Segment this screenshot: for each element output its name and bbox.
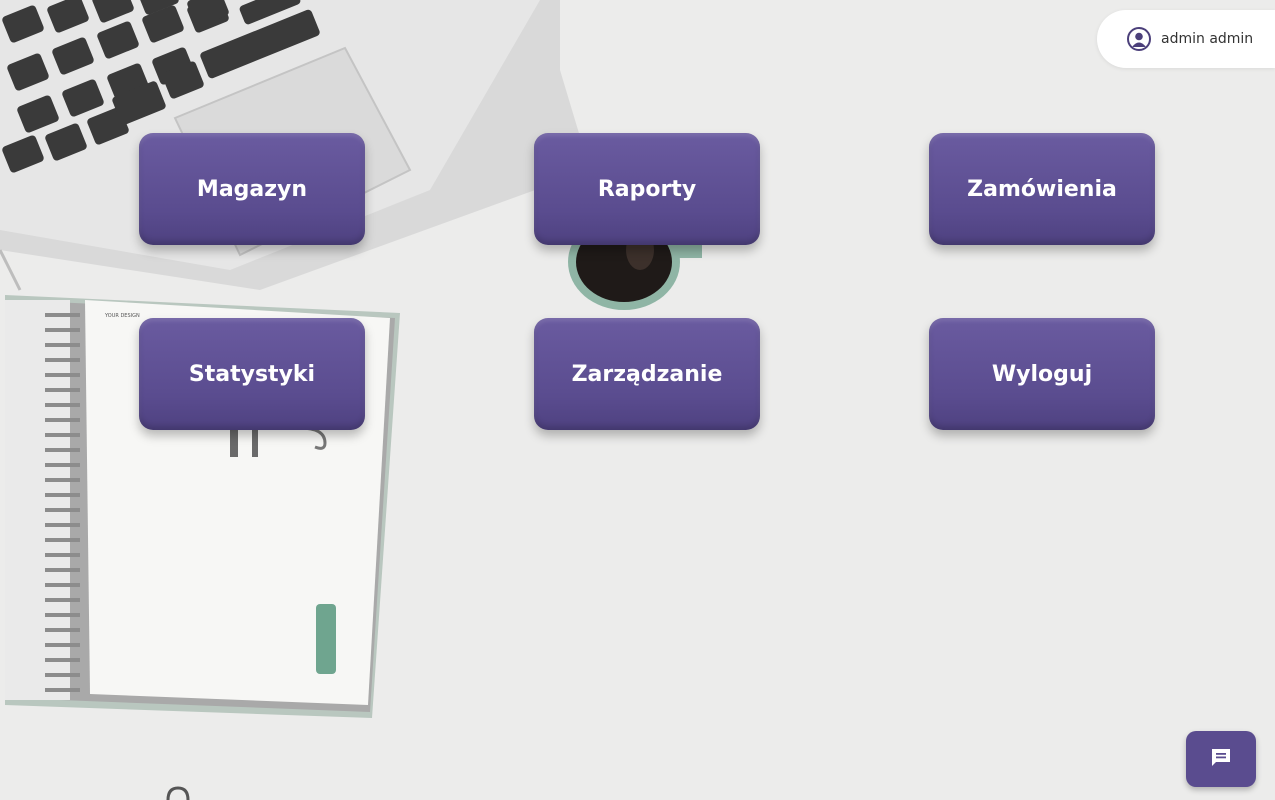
user-badge[interactable]: admin admin [1097, 10, 1275, 68]
zarzadzanie-button[interactable]: Zarządzanie [534, 318, 760, 430]
svg-text:YOUR DESIGN: YOUR DESIGN [104, 313, 140, 319]
wyloguj-button[interactable]: Wyloguj [929, 318, 1155, 430]
user-name: admin admin [1161, 31, 1254, 47]
chat-button[interactable] [1186, 731, 1256, 787]
raporty-button[interactable]: Raporty [534, 133, 760, 245]
user-circle-icon [1127, 27, 1151, 51]
chat-message-icon [1210, 746, 1232, 773]
statystyki-button[interactable]: Statystyki [139, 318, 365, 430]
paperclip-illustration [166, 786, 190, 800]
magazyn-button[interactable]: Magazyn [139, 133, 365, 245]
zamowienia-button[interactable]: Zamówienia [929, 133, 1155, 245]
